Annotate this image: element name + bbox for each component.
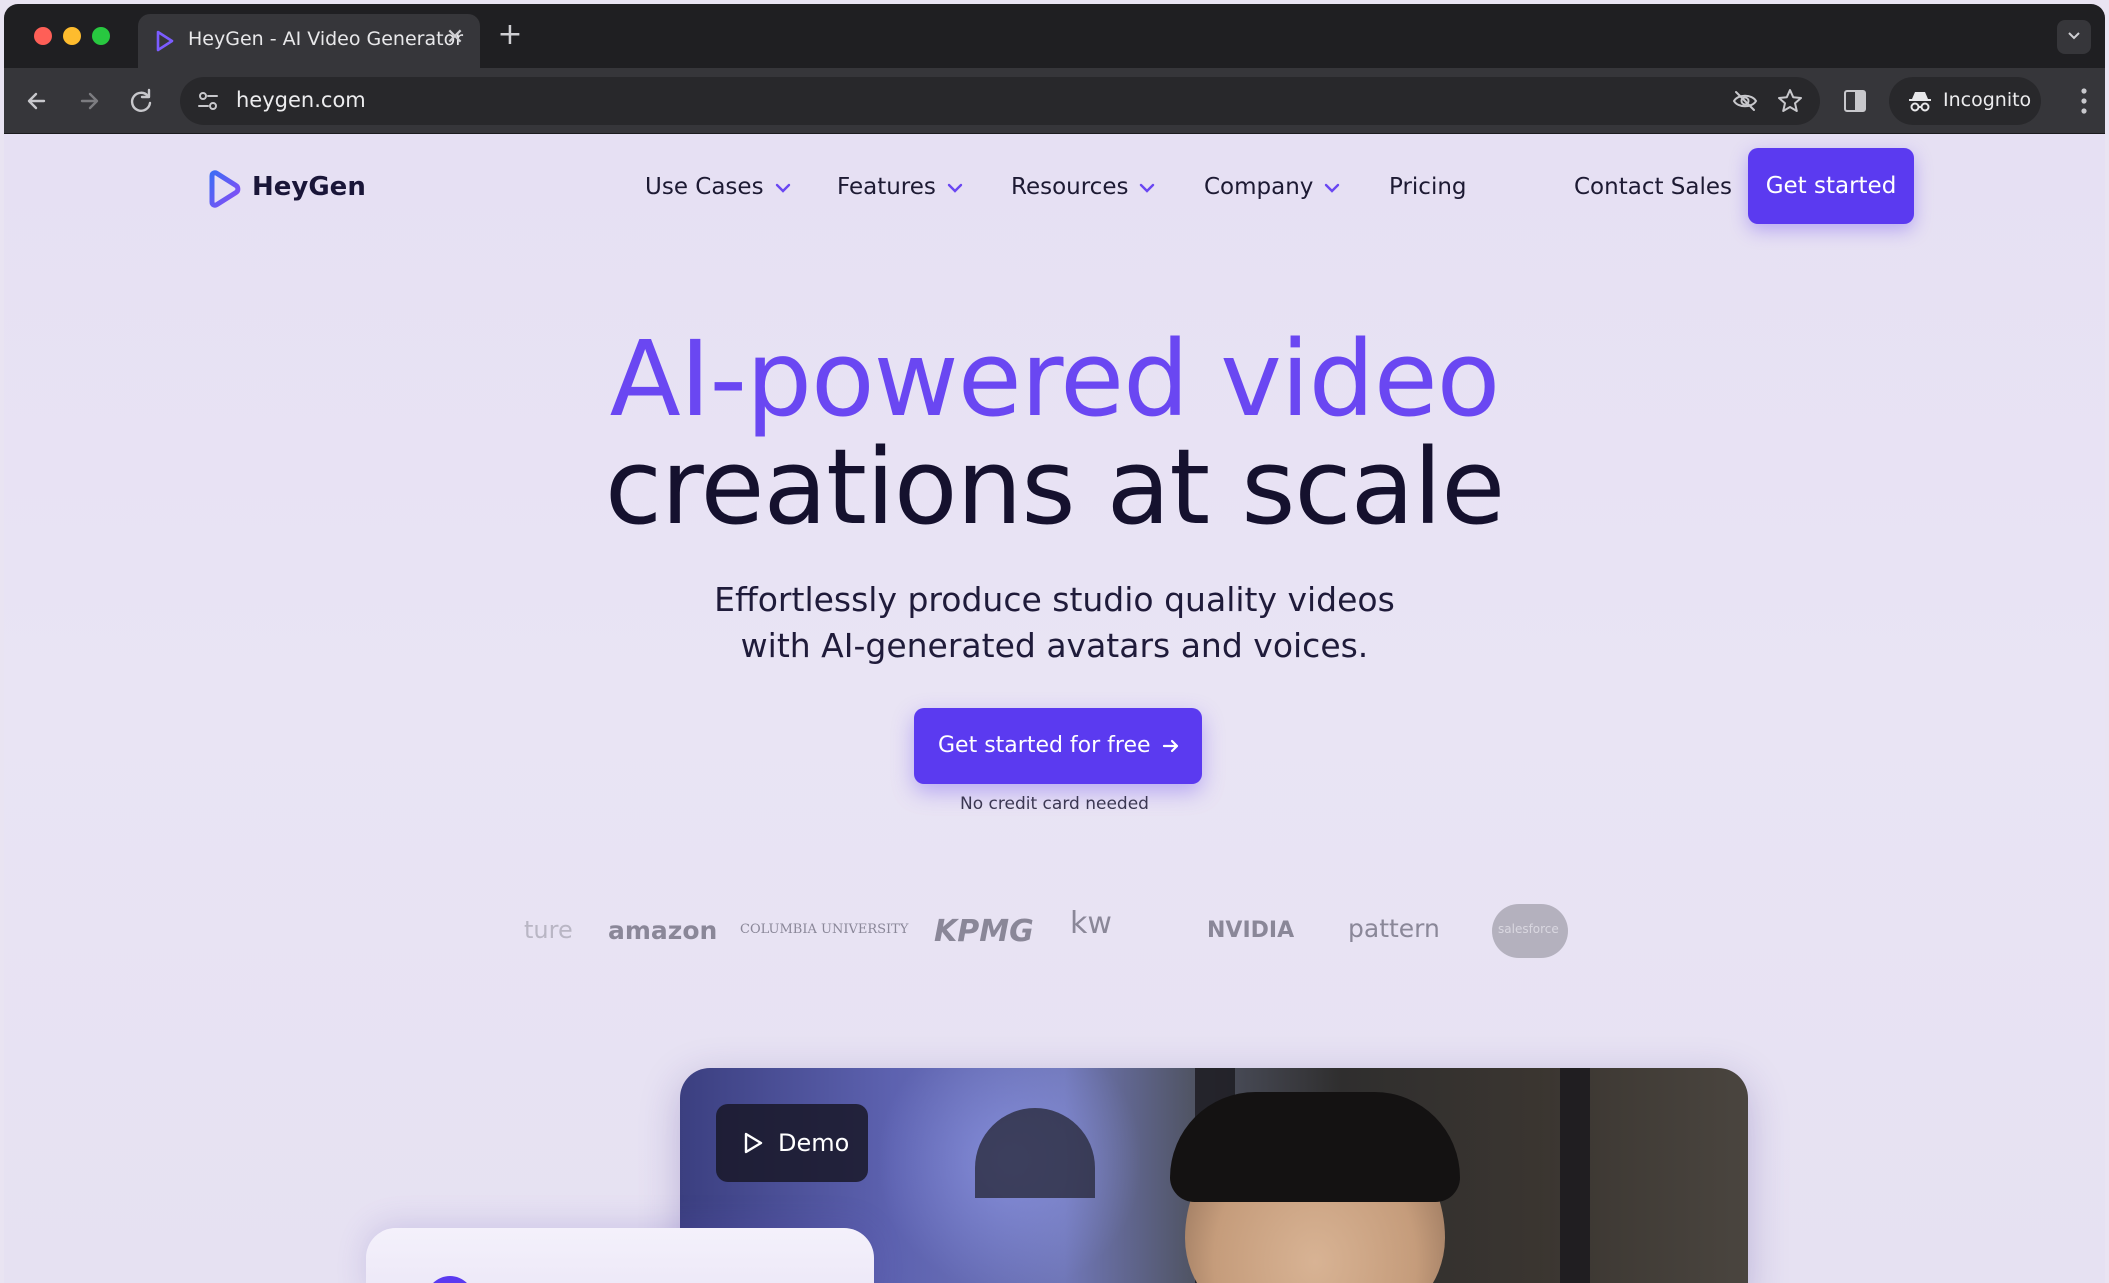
browser-toolbar: heygen.com Incognito	[4, 68, 2105, 134]
heygen-logo-icon	[209, 170, 241, 208]
floating-card	[366, 1228, 874, 1283]
no-credit-card-note: No credit card needed	[960, 794, 1149, 814]
eye-off-icon[interactable]	[1732, 88, 1758, 114]
nav-pricing[interactable]: Pricing	[1389, 174, 1467, 200]
nav-label: Features	[837, 174, 936, 200]
nav-features[interactable]: Features	[837, 174, 964, 200]
demo-play-button[interactable]: Demo	[716, 1104, 868, 1182]
get-started-button[interactable]: Get started	[1748, 148, 1914, 224]
logo-pattern: pattern	[1348, 914, 1440, 943]
side-panel-icon[interactable]	[1842, 88, 1868, 114]
heygen-logo-icon	[156, 30, 174, 52]
logo-nvidia: NVIDIA	[1207, 918, 1295, 943]
address-bar[interactable]: heygen.com	[180, 77, 1820, 125]
customer-logos: ture amazon COLUMBIA UNIVERSITY KPMG kw …	[4, 904, 2105, 964]
kebab-menu-icon[interactable]	[2079, 86, 2089, 116]
avatar-hair	[1170, 1092, 1460, 1202]
logo-columbia: COLUMBIA UNIVERSITY	[740, 922, 909, 937]
tab-search-button[interactable]	[2057, 20, 2091, 54]
nav-label: Resources	[1011, 174, 1129, 200]
hero-title-line1: AI-powered video	[609, 318, 1501, 440]
logo-keller-williams: kw	[1070, 906, 1112, 941]
hero-subtitle-line2: with AI-generated avatars and voices.	[740, 626, 1369, 665]
avatar-dot	[426, 1276, 474, 1283]
get-started-free-button[interactable]: Get started for free	[914, 708, 1202, 784]
logo-partial: ture	[524, 916, 573, 944]
nav-use-cases[interactable]: Use Cases	[645, 174, 792, 200]
play-icon	[744, 1132, 763, 1154]
tab-title: HeyGen - AI Video Generator	[188, 28, 464, 50]
nav-company[interactable]: Company	[1204, 174, 1341, 200]
logo-kpmg: KPMG	[934, 914, 1034, 949]
browser-tab[interactable]: HeyGen - AI Video Generator ✕	[138, 14, 480, 68]
back-icon[interactable]	[20, 84, 54, 118]
reload-icon[interactable]	[124, 84, 158, 118]
incognito-indicator[interactable]: Incognito	[1889, 77, 2041, 125]
star-icon[interactable]	[1776, 87, 1804, 115]
forward-icon[interactable]	[72, 84, 106, 118]
plus-icon[interactable]: +	[494, 20, 526, 52]
nav-label: Use Cases	[645, 174, 764, 200]
video-background-pillar	[1560, 1068, 1590, 1283]
logo-amazon: amazon	[608, 916, 718, 945]
tab-strip: HeyGen - AI Video Generator ✕ +	[4, 4, 2105, 68]
close-window-button[interactable]	[34, 27, 52, 45]
maximize-window-button[interactable]	[92, 27, 110, 45]
nav-resources[interactable]: Resources	[1011, 174, 1156, 200]
chevron-down-icon	[1140, 183, 1155, 193]
incognito-icon	[1909, 92, 1931, 112]
contact-sales-link[interactable]: Contact Sales	[1574, 174, 1732, 200]
minimize-window-button[interactable]	[63, 27, 81, 45]
nav-label: Pricing	[1389, 174, 1467, 200]
chevron-down-icon	[947, 183, 963, 193]
chevron-down-icon	[1325, 183, 1340, 193]
close-icon[interactable]: ✕	[442, 25, 468, 51]
chevron-down-icon	[775, 183, 790, 193]
demo-label: Demo	[778, 1129, 850, 1157]
brand-name: HeyGen	[252, 172, 366, 202]
incognito-label: Incognito	[1943, 89, 2032, 111]
site-info-icon[interactable]	[194, 87, 222, 115]
webpage: HeyGen Use Cases Features Resources Comp…	[4, 134, 2105, 1283]
cta-label: Get started for free	[938, 733, 1151, 758]
url-text[interactable]: heygen.com	[236, 88, 366, 112]
nav-label: Company	[1204, 174, 1314, 200]
logo-salesforce-cloud: salesforce	[1492, 904, 1568, 958]
hero-subtitle-line1: Effortlessly produce studio quality vide…	[714, 580, 1395, 619]
arrow-right-icon	[1162, 739, 1179, 753]
browser-window: HeyGen - AI Video Generator ✕ + heygen.c…	[4, 4, 2105, 1283]
hero-title-line2: creations at scale	[604, 426, 1505, 548]
logo-salesforce: salesforce	[1498, 922, 1559, 936]
chevron-down-icon	[2068, 32, 2080, 40]
